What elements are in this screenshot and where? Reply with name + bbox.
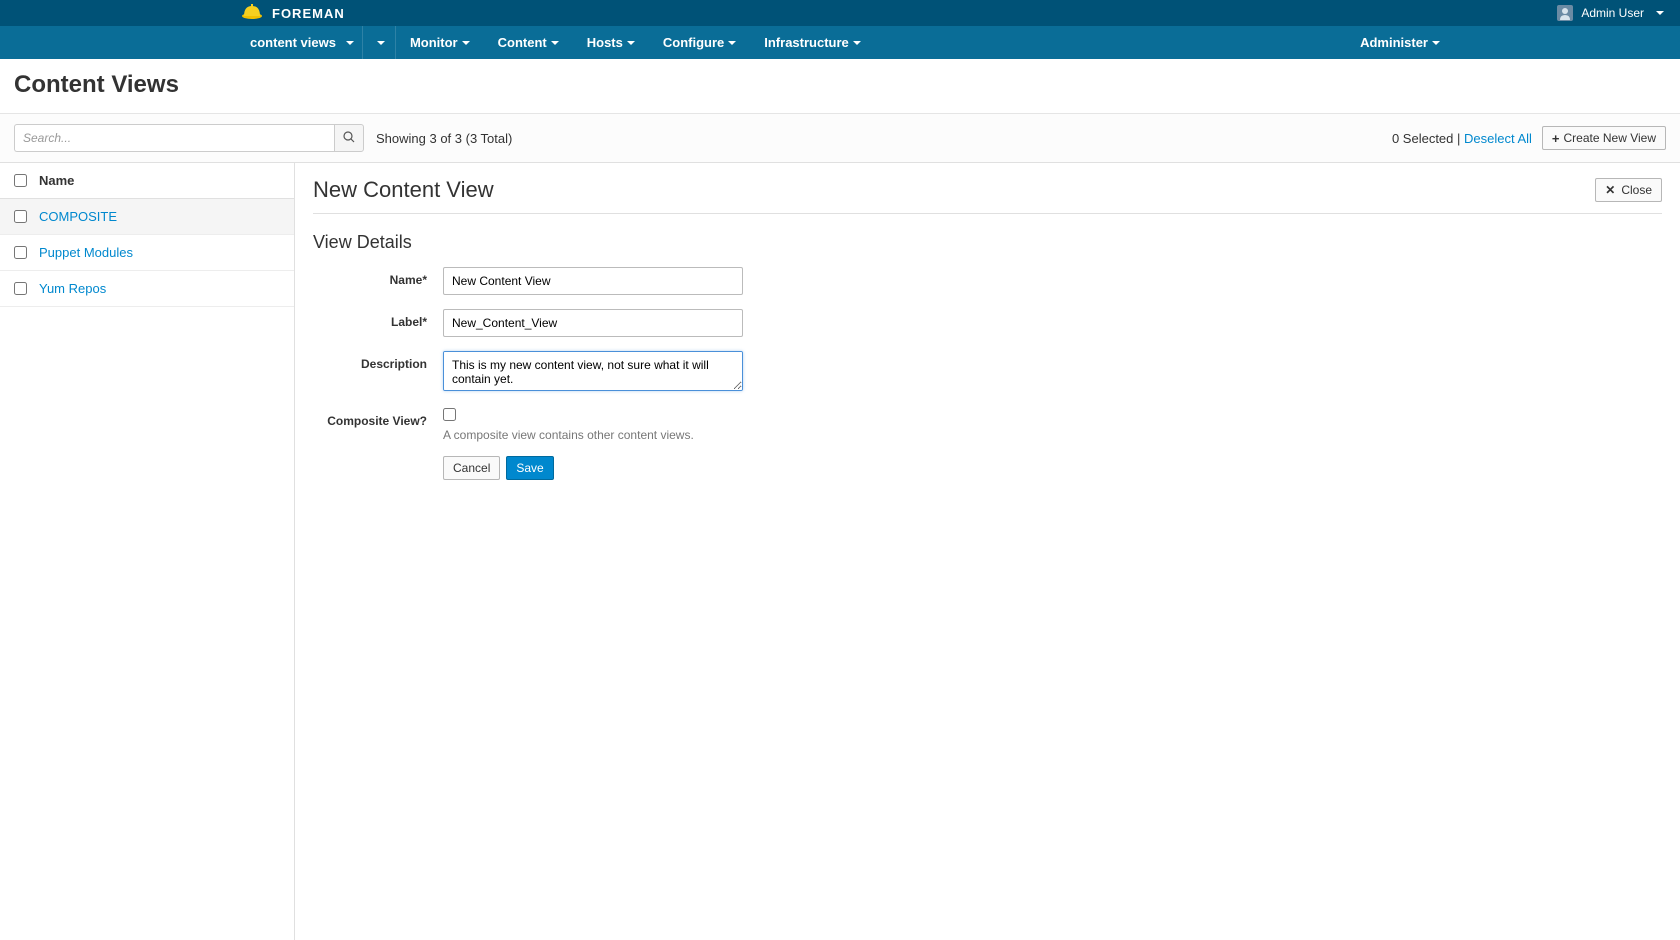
nav-monitor[interactable]: Monitor	[396, 26, 484, 59]
nav-content[interactable]: Content	[484, 26, 573, 59]
content-view-link[interactable]: Yum Repos	[39, 281, 106, 296]
main-nav: content views Monitor Content Hosts Conf…	[0, 26, 1680, 59]
content-view-link[interactable]: Puppet Modules	[39, 245, 133, 260]
description-textarea[interactable]	[443, 351, 743, 391]
content-view-list: Name COMPOSITE Puppet Modules Yum Repos	[0, 163, 295, 940]
main-layout: Name COMPOSITE Puppet Modules Yum Repos …	[0, 163, 1680, 940]
nav-context-label: content views	[250, 35, 336, 50]
search-icon	[343, 131, 355, 146]
close-icon: ✕	[1605, 183, 1615, 197]
content-view-link[interactable]: COMPOSITE	[39, 209, 117, 224]
form-row-composite: Composite View? A composite view contain…	[313, 408, 1662, 442]
list-header: Name	[0, 163, 294, 199]
caret-down-icon	[551, 41, 559, 45]
name-input[interactable]	[443, 267, 743, 295]
search-button[interactable]	[334, 124, 364, 152]
search-group	[14, 124, 364, 152]
content-panel: New Content View ✕ Close View Details Na…	[295, 163, 1680, 940]
caret-down-icon	[377, 41, 385, 45]
caret-down-icon	[346, 41, 354, 45]
selection-status: 0 Selected | Deselect All	[1392, 131, 1532, 146]
close-label: Close	[1621, 183, 1652, 197]
description-label: Description	[313, 351, 443, 371]
row-checkbox[interactable]	[14, 282, 27, 295]
list-item[interactable]: Puppet Modules	[0, 235, 294, 271]
user-avatar-icon	[1557, 5, 1573, 21]
search-input[interactable]	[14, 124, 334, 152]
cancel-button[interactable]: Cancel	[443, 456, 500, 480]
composite-label: Composite View?	[313, 408, 443, 428]
showing-count: Showing 3 of 3 (3 Total)	[376, 131, 512, 146]
caret-down-icon	[853, 41, 861, 45]
nav-administer[interactable]: Administer	[1346, 26, 1680, 59]
form-row-description: Description	[313, 351, 1662, 394]
content-title: New Content View	[313, 177, 494, 203]
toolbar-right: 0 Selected | Deselect All + Create New V…	[1392, 126, 1666, 150]
composite-checkbox[interactable]	[443, 408, 456, 421]
brand-name: FOREMAN	[272, 6, 345, 21]
nav-hosts[interactable]: Hosts	[573, 26, 649, 59]
list-item[interactable]: COMPOSITE	[0, 199, 294, 235]
content-header: New Content View ✕ Close	[313, 177, 1662, 214]
label-label: Label*	[313, 309, 443, 329]
nav-infrastructure[interactable]: Infrastructure	[750, 26, 875, 59]
deselect-all-link[interactable]: Deselect All	[1464, 131, 1532, 146]
caret-down-icon	[627, 41, 635, 45]
row-checkbox[interactable]	[14, 210, 27, 223]
create-label: Create New View	[1564, 131, 1656, 145]
list-item[interactable]: Yum Repos	[0, 271, 294, 307]
user-menu[interactable]: Admin User	[1557, 5, 1664, 21]
page-title-bar: Content Views	[0, 59, 1680, 114]
form-row-label: Label*	[313, 309, 1662, 337]
page-title: Content Views	[14, 71, 1666, 99]
user-name: Admin User	[1581, 6, 1644, 20]
name-label: Name*	[313, 267, 443, 287]
brand-left: FOREMAN	[240, 3, 345, 24]
name-column-header: Name	[39, 173, 74, 188]
toolbar: Showing 3 of 3 (3 Total) 0 Selected | De…	[0, 114, 1680, 163]
nav-context-switcher[interactable]	[363, 26, 396, 59]
nav-configure[interactable]: Configure	[649, 26, 750, 59]
save-button[interactable]: Save	[506, 456, 553, 480]
composite-help-text: A composite view contains other content …	[443, 428, 743, 442]
plus-icon: +	[1552, 132, 1560, 145]
caret-down-icon	[1656, 11, 1664, 15]
form-actions: Cancel Save	[443, 456, 1662, 480]
form-row-name: Name*	[313, 267, 1662, 295]
foreman-logo-icon	[240, 3, 264, 24]
brand-bar: FOREMAN Admin User	[0, 0, 1680, 26]
caret-down-icon	[728, 41, 736, 45]
selected-count: 0 Selected	[1392, 131, 1453, 146]
caret-down-icon	[462, 41, 470, 45]
nav-context[interactable]: content views	[236, 26, 363, 59]
section-title: View Details	[313, 232, 1662, 253]
close-button[interactable]: ✕ Close	[1595, 178, 1662, 202]
caret-down-icon	[1432, 41, 1440, 45]
create-new-view-button[interactable]: + Create New View	[1542, 126, 1666, 150]
label-input[interactable]	[443, 309, 743, 337]
select-all-checkbox[interactable]	[14, 174, 27, 187]
row-checkbox[interactable]	[14, 246, 27, 259]
